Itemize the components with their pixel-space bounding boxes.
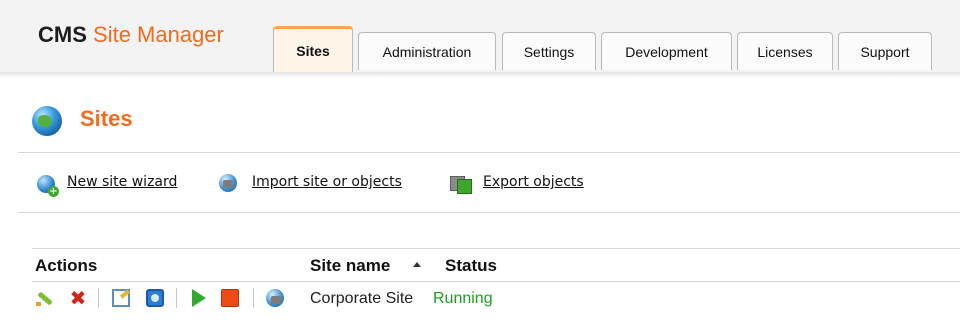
- tab-support[interactable]: Support: [838, 32, 932, 70]
- action-separator: [98, 288, 99, 308]
- export-objects-link[interactable]: Export objects: [483, 174, 584, 190]
- export-boxes-icon[interactable]: [450, 174, 472, 194]
- site-name-cell: Corporate Site: [310, 290, 414, 307]
- app-logo: CMS Site Manager: [38, 22, 224, 48]
- header-shadow: [0, 72, 960, 78]
- action-separator: [253, 288, 254, 308]
- logo-title-text: Site Manager: [93, 22, 224, 47]
- table-top-border: [32, 248, 960, 249]
- new-site-globe-icon[interactable]: [37, 175, 59, 197]
- import-globe-icon[interactable]: [219, 174, 237, 192]
- properties-icon[interactable]: [112, 289, 130, 307]
- header-row-border: [32, 281, 960, 282]
- column-header-site-name[interactable]: Site name: [310, 256, 390, 276]
- action-separator: [176, 288, 177, 308]
- sort-ascending-icon[interactable]: [413, 262, 421, 267]
- import-site-link[interactable]: Import site or objects: [252, 174, 402, 190]
- edit-icon[interactable]: [36, 289, 54, 307]
- column-header-actions: Actions: [35, 256, 98, 275]
- delete-icon[interactable]: ✖: [69, 288, 87, 308]
- column-header-status[interactable]: Status: [445, 256, 497, 276]
- start-icon[interactable]: [192, 289, 206, 307]
- stop-icon[interactable]: [221, 289, 239, 307]
- tab-settings[interactable]: Settings: [502, 32, 596, 70]
- logo-bold-text: CMS: [38, 22, 87, 47]
- page-title: Sites: [80, 106, 133, 131]
- export-site-icon[interactable]: [266, 289, 284, 307]
- tab-licenses[interactable]: Licenses: [737, 32, 833, 70]
- preview-icon[interactable]: [146, 289, 164, 307]
- tab-administration[interactable]: Administration: [358, 32, 496, 70]
- tab-development[interactable]: Development: [601, 32, 732, 70]
- top-header: CMS Site Manager Sites Administration Se…: [0, 0, 960, 73]
- title-divider: [18, 152, 960, 153]
- new-site-wizard-link[interactable]: New site wizard: [67, 174, 177, 190]
- tab-sites[interactable]: Sites: [273, 26, 353, 72]
- actions-divider: [18, 212, 960, 213]
- globe-icon: [32, 106, 62, 136]
- status-cell: Running: [433, 290, 493, 307]
